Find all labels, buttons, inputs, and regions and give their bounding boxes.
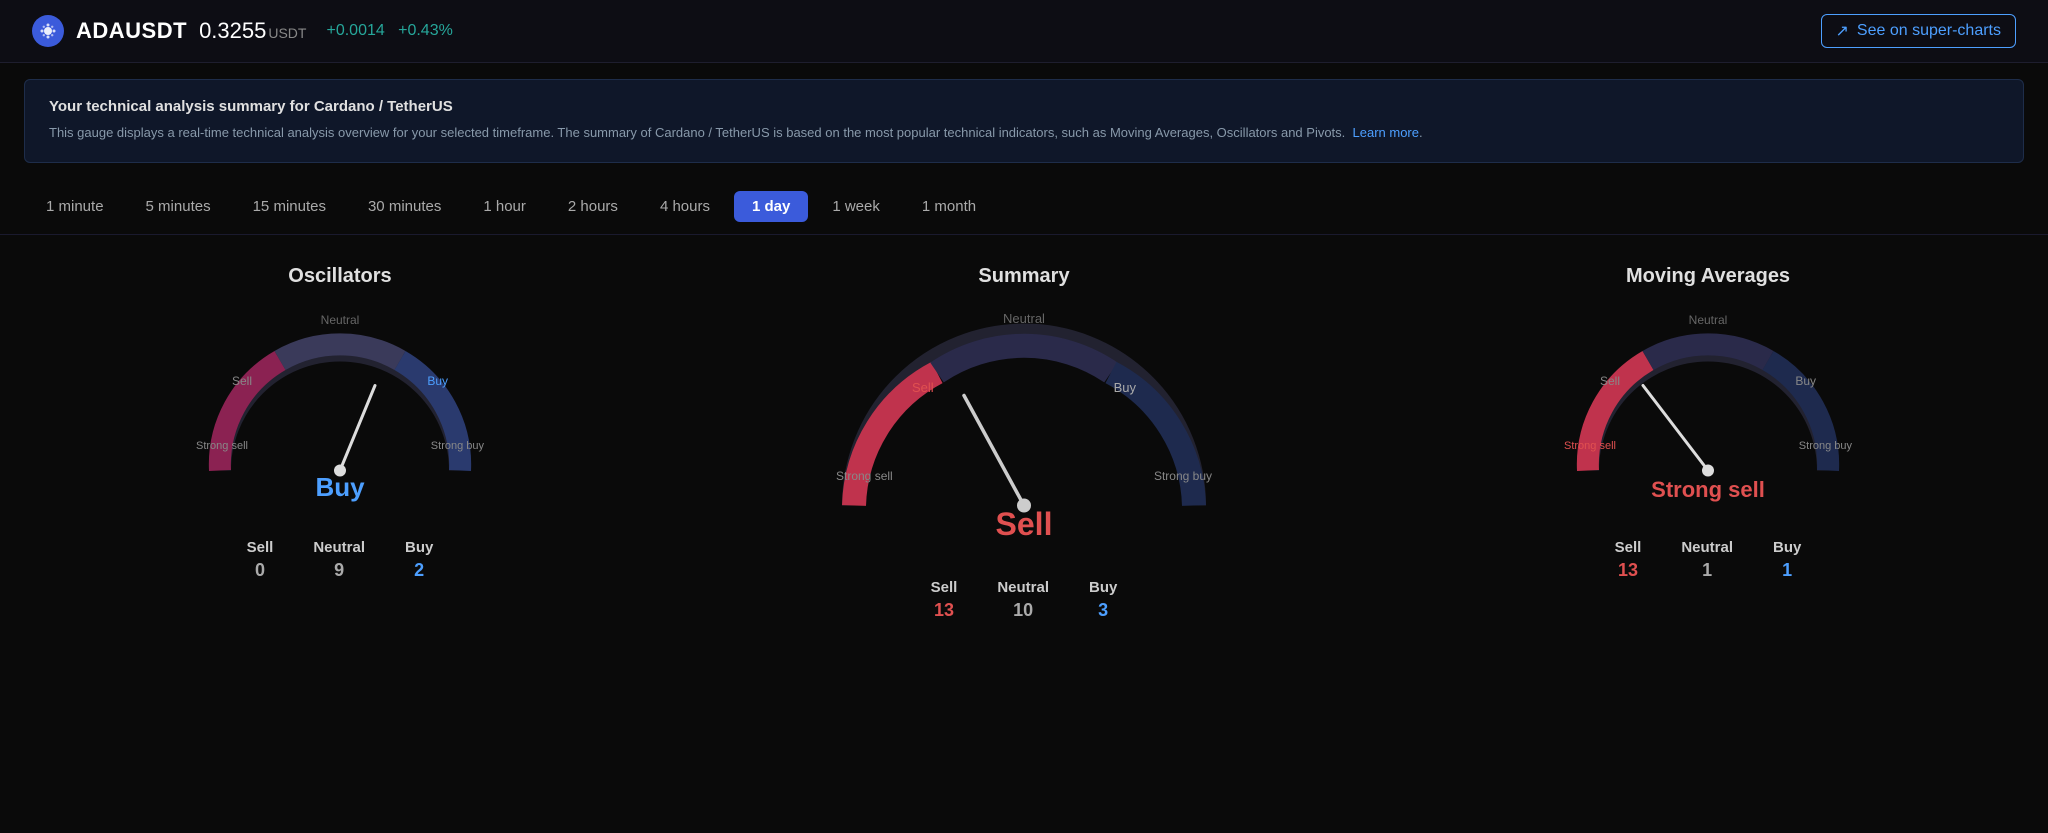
sum-stat-buy-value: 3 xyxy=(1098,600,1108,621)
sum-stat-sell-value: 13 xyxy=(934,600,954,621)
summary-stats: Sell 13 Neutral 10 Buy 3 xyxy=(931,579,1118,621)
osc-stat-buy: Buy 2 xyxy=(405,539,433,581)
ma-stat-sell: Sell 13 xyxy=(1615,539,1642,581)
tab-4hours[interactable]: 4 hours xyxy=(642,191,728,222)
ma-stat-neutral-label: Neutral xyxy=(1681,539,1733,556)
osc-stat-sell: Sell 0 xyxy=(247,539,274,581)
ma-stats: Sell 13 Neutral 1 Buy 1 xyxy=(1615,539,1802,581)
tab-30minutes[interactable]: 30 minutes xyxy=(350,191,459,222)
sum-stat-neutral-label: Neutral xyxy=(997,579,1049,596)
sum-stat-neutral: Neutral 10 xyxy=(997,579,1049,621)
banner-description: This gauge displays a real-time technica… xyxy=(49,123,1999,144)
info-banner: Your technical analysis summary for Card… xyxy=(24,79,2024,163)
moving-averages-panel: Moving Averages Neutral Sell Buy Strong … xyxy=(1428,265,1988,581)
osc-label-strong-buy: Strong buy xyxy=(431,440,484,452)
timeframe-bar: 1 minute 5 minutes 15 minutes 30 minutes… xyxy=(0,179,2048,235)
tab-1week[interactable]: 1 week xyxy=(814,191,898,222)
ma-signal: Strong sell xyxy=(1651,477,1765,503)
sum-stat-neutral-value: 10 xyxy=(1013,600,1033,621)
ma-stat-neutral-value: 1 xyxy=(1702,560,1712,581)
ada-logo-icon xyxy=(32,15,64,47)
osc-stat-sell-label: Sell xyxy=(247,539,274,556)
summary-title: Summary xyxy=(978,265,1069,288)
oscillators-title: Oscillators xyxy=(288,265,391,288)
oscillators-panel: Oscillators Neutral Sell Buy Strong sell… xyxy=(60,265,620,581)
ticker-unit: USDT xyxy=(268,25,306,41)
ma-stat-buy-value: 1 xyxy=(1782,560,1792,581)
ma-stat-sell-label: Sell xyxy=(1615,539,1642,556)
tab-1minute[interactable]: 1 minute xyxy=(28,191,122,222)
osc-stat-buy-value: 2 xyxy=(414,560,424,581)
summary-gauge: Neutral Sell Buy Strong sell Strong buy … xyxy=(824,308,1224,533)
osc-stat-buy-label: Buy xyxy=(405,539,433,556)
moving-averages-gauge: Neutral Sell Buy Strong sell Strong buy … xyxy=(1558,308,1858,493)
oscillators-stats: Sell 0 Neutral 9 Buy 2 xyxy=(247,539,434,581)
ma-stat-neutral: Neutral 1 xyxy=(1681,539,1733,581)
osc-label-sell: Sell xyxy=(232,374,252,388)
osc-stat-neutral-label: Neutral xyxy=(313,539,365,556)
ma-label-neutral: Neutral xyxy=(1689,313,1728,327)
moving-averages-title: Moving Averages xyxy=(1626,265,1790,288)
sum-stat-buy-label: Buy xyxy=(1089,579,1117,596)
tab-5minutes[interactable]: 5 minutes xyxy=(128,191,229,222)
super-charts-button[interactable]: ↗ See on super-charts xyxy=(1821,14,2016,48)
tab-1hour[interactable]: 1 hour xyxy=(465,191,544,222)
ticker-change: +0.0014 +0.43% xyxy=(326,22,452,40)
ticker-info: ADAUSDT 0.3255USDT +0.0014 +0.43% xyxy=(32,15,453,47)
ma-stat-sell-value: 13 xyxy=(1618,560,1638,581)
ma-stat-buy: Buy 1 xyxy=(1773,539,1801,581)
ma-stat-buy-label: Buy xyxy=(1773,539,1801,556)
tab-2hours[interactable]: 2 hours xyxy=(550,191,636,222)
sum-label-sell: Sell xyxy=(912,380,934,395)
osc-label-strong-sell: Strong sell xyxy=(196,440,248,452)
super-charts-label: See on super-charts xyxy=(1857,22,2001,40)
osc-stat-sell-value: 0 xyxy=(255,560,265,581)
tab-1day[interactable]: 1 day xyxy=(734,191,808,222)
ma-svg xyxy=(1558,308,1858,493)
summary-svg xyxy=(824,308,1224,533)
ticker-symbol: ADAUSDT xyxy=(76,18,187,44)
sum-label-neutral: Neutral xyxy=(1003,311,1045,326)
summary-signal: Sell xyxy=(996,506,1053,543)
ma-label-buy: Buy xyxy=(1795,374,1816,388)
sum-label-buy: Buy xyxy=(1114,380,1136,395)
tab-1month[interactable]: 1 month xyxy=(904,191,994,222)
osc-stat-neutral: Neutral 9 xyxy=(313,539,365,581)
super-charts-icon: ↗ xyxy=(1836,21,1849,41)
oscillators-svg xyxy=(190,308,490,493)
sum-stat-sell-label: Sell xyxy=(931,579,958,596)
summary-panel: Summary Neutral Sell Buy Strong sell Str… xyxy=(660,265,1388,621)
sum-stat-buy: Buy 3 xyxy=(1089,579,1117,621)
osc-stat-neutral-value: 9 xyxy=(334,560,344,581)
learn-more-link[interactable]: Learn more xyxy=(1353,125,1419,140)
ma-label-sell: Sell xyxy=(1600,374,1620,388)
tab-15minutes[interactable]: 15 minutes xyxy=(235,191,344,222)
gauges-section: Oscillators Neutral Sell Buy Strong sell… xyxy=(0,235,2048,651)
sum-label-strong-sell: Strong sell xyxy=(836,469,893,483)
ma-label-strong-buy: Strong buy xyxy=(1799,440,1852,452)
banner-title: Your technical analysis summary for Card… xyxy=(49,98,1999,115)
header: ADAUSDT 0.3255USDT +0.0014 +0.43% ↗ See … xyxy=(0,0,2048,63)
sum-label-strong-buy: Strong buy xyxy=(1154,469,1212,483)
ticker-price: 0.3255USDT xyxy=(199,18,306,44)
sum-stat-sell: Sell 13 xyxy=(931,579,958,621)
oscillators-signal: Buy xyxy=(315,472,364,503)
ma-label-strong-sell: Strong sell xyxy=(1564,440,1616,452)
osc-label-buy: Buy xyxy=(427,374,448,388)
oscillators-gauge: Neutral Sell Buy Strong sell Strong buy … xyxy=(190,308,490,493)
osc-label-neutral: Neutral xyxy=(321,313,360,327)
